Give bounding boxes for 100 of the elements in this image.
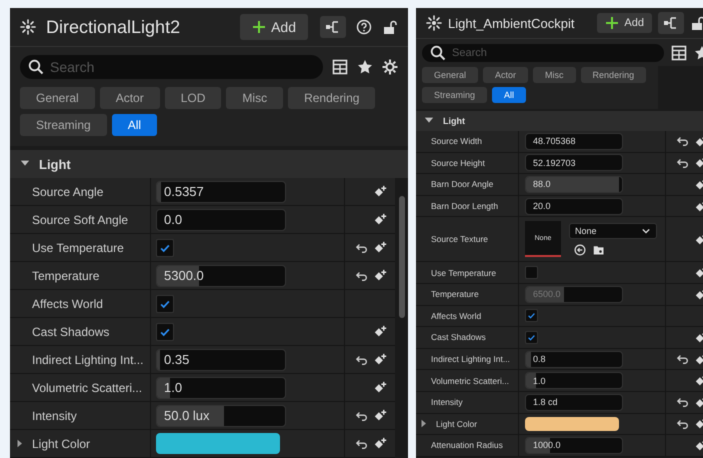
filter-tab[interactable]: Rendering bbox=[580, 67, 646, 83]
section-header[interactable]: Light bbox=[416, 111, 703, 131]
section-title: Light bbox=[443, 116, 465, 126]
hierarchy-button[interactable] bbox=[658, 12, 684, 34]
add-button[interactable]: Add bbox=[240, 14, 308, 40]
filter-tab[interactable]: Misc bbox=[533, 67, 576, 83]
light-icon bbox=[20, 19, 36, 35]
number-field[interactable]: 88.0 bbox=[525, 176, 623, 193]
plus-icon bbox=[605, 16, 620, 30]
reset-arrow-icon[interactable] bbox=[356, 410, 368, 422]
number-field[interactable]: 1.0 bbox=[156, 376, 286, 398]
filter-tab[interactable]: Misc bbox=[226, 87, 284, 109]
search-field[interactable]: Search bbox=[20, 55, 323, 79]
asset-dropdown[interactable]: None bbox=[569, 222, 657, 239]
property-label: Source Soft Angle bbox=[32, 212, 128, 226]
filter-tab[interactable]: Streaming bbox=[422, 87, 488, 103]
color-swatch[interactable] bbox=[156, 433, 280, 454]
filter-tab[interactable]: Actor bbox=[483, 67, 528, 83]
property-label: Intensity bbox=[431, 397, 463, 408]
property-label: Use Temperature bbox=[431, 268, 496, 278]
filter-tab[interactable]: Rendering bbox=[288, 87, 376, 109]
filter-tab[interactable]: Actor bbox=[100, 87, 160, 109]
number-field[interactable]: 20.0 bbox=[525, 198, 623, 215]
number-field[interactable]: 48.705368 bbox=[525, 132, 623, 150]
keyframe-icon[interactable] bbox=[374, 409, 387, 422]
add-button[interactable]: Add bbox=[597, 13, 652, 33]
number-field[interactable]: 0.8 bbox=[525, 350, 623, 368]
panel-title: DirectionalLight2 bbox=[46, 16, 180, 38]
checkbox[interactable] bbox=[156, 322, 174, 340]
number-field[interactable]: 1.0 bbox=[525, 372, 623, 390]
keyframe-icon[interactable] bbox=[374, 325, 387, 338]
number-field[interactable]: 0.35 bbox=[156, 348, 286, 370]
property-label: Affects World bbox=[431, 310, 482, 321]
filter-tab[interactable]: All bbox=[492, 87, 526, 103]
property-label: Source Width bbox=[431, 136, 482, 146]
number-field[interactable]: 1000.0 bbox=[525, 436, 623, 454]
reset-arrow-icon[interactable] bbox=[356, 270, 368, 282]
reset-arrow-icon[interactable] bbox=[677, 418, 689, 430]
use-selected-icon[interactable] bbox=[574, 244, 586, 256]
checkmark-icon bbox=[527, 311, 536, 320]
checkbox[interactable] bbox=[525, 309, 538, 322]
section-title: Light bbox=[39, 156, 71, 172]
property-label: Volumetric Scatteri... bbox=[431, 376, 509, 386]
reset-arrow-icon[interactable] bbox=[356, 354, 368, 366]
settings-icon[interactable] bbox=[382, 59, 398, 75]
color-swatch[interactable] bbox=[525, 416, 619, 431]
checkbox[interactable] bbox=[525, 266, 538, 280]
keyframe-icon[interactable] bbox=[374, 353, 387, 366]
lock-icon[interactable] bbox=[690, 15, 703, 31]
filter-tab[interactable]: Streaming bbox=[20, 114, 107, 136]
property-label: Temperature bbox=[431, 289, 479, 300]
keyframe-icon[interactable] bbox=[374, 241, 387, 254]
checkbox[interactable] bbox=[156, 238, 174, 256]
help-icon[interactable] bbox=[356, 19, 372, 35]
number-field[interactable]: 1.8 cd bbox=[525, 394, 623, 411]
property-label: Volumetric Scatteri... bbox=[32, 380, 142, 394]
property-label: Use Temperature bbox=[32, 240, 124, 254]
hierarchy-button[interactable] bbox=[320, 16, 346, 38]
search-icon bbox=[28, 59, 44, 75]
keyframe-icon[interactable] bbox=[374, 185, 387, 198]
number-field[interactable]: 52.192703 bbox=[525, 154, 623, 172]
chevron-icon bbox=[641, 226, 651, 235]
filter-tab[interactable]: General bbox=[422, 67, 478, 83]
search-icon bbox=[430, 45, 446, 61]
property-label: Indirect Lighting Int... bbox=[431, 354, 510, 364]
property-label: Light Color bbox=[32, 436, 90, 450]
star-icon[interactable] bbox=[357, 59, 373, 75]
checkbox[interactable] bbox=[156, 294, 174, 312]
reset-arrow-icon[interactable] bbox=[677, 156, 689, 169]
reset-arrow-icon[interactable] bbox=[677, 353, 689, 366]
property-label: Cast Shadows bbox=[32, 324, 110, 338]
keyframe-icon[interactable] bbox=[374, 437, 387, 450]
section-header[interactable]: Light bbox=[10, 150, 408, 178]
keyframe-icon[interactable] bbox=[374, 381, 387, 394]
checkbox[interactable] bbox=[525, 330, 538, 344]
filter-tab[interactable]: All bbox=[112, 114, 158, 136]
number-field[interactable]: 50.0 lux bbox=[156, 404, 286, 426]
keyframe-icon[interactable] bbox=[374, 213, 387, 226]
filter-tab[interactable]: LOD bbox=[164, 87, 222, 109]
property-label: Indirect Lighting Int... bbox=[32, 352, 144, 366]
lock-icon[interactable] bbox=[382, 19, 398, 35]
property-label: Source Texture bbox=[431, 234, 488, 244]
number-field[interactable]: 0.0 bbox=[156, 208, 286, 230]
browse-folder-icon[interactable] bbox=[593, 244, 605, 256]
table-icon[interactable] bbox=[671, 45, 687, 61]
reset-arrow-icon[interactable] bbox=[677, 135, 689, 148]
reset-arrow-icon[interactable] bbox=[356, 242, 368, 254]
reset-arrow-icon[interactable] bbox=[356, 438, 368, 450]
keyframe-icon[interactable] bbox=[374, 269, 387, 282]
property-label: Source Angle bbox=[32, 184, 104, 198]
table-icon[interactable] bbox=[332, 59, 348, 75]
property-label: Light Color bbox=[436, 418, 478, 429]
scrollbar-thumb[interactable] bbox=[398, 196, 404, 318]
number-field[interactable]: 5300.0 bbox=[156, 264, 286, 286]
property-label: Cast Shadows bbox=[431, 332, 486, 342]
search-field[interactable]: Search bbox=[422, 44, 664, 62]
number-field[interactable]: 0.5357 bbox=[156, 180, 286, 202]
filter-tab[interactable]: General bbox=[20, 87, 95, 109]
reset-arrow-icon[interactable] bbox=[677, 396, 689, 408]
checkmark-icon bbox=[527, 332, 536, 342]
